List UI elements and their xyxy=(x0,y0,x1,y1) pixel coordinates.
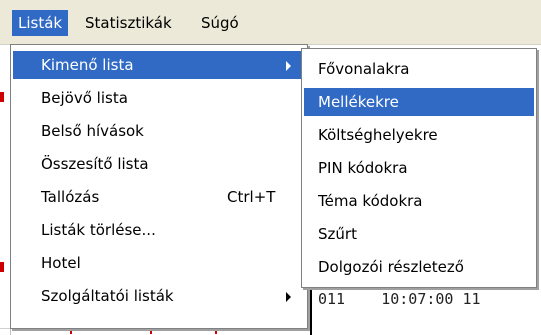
submenu-item-szurt[interactable]: Szűrt xyxy=(304,220,534,248)
submenu-item-label: Költséghelyekre xyxy=(318,126,438,144)
submenu-arrow-icon xyxy=(286,292,291,302)
background-list-row-text: 011 10:07:00 11 xyxy=(318,290,481,308)
menu-item-label: Hotel xyxy=(41,254,81,272)
menu-item-belso-hivasok[interactable]: Belső hívások xyxy=(13,117,305,145)
menu-item-label: Kimenő lista xyxy=(41,56,134,74)
submenu-arrow-icon xyxy=(286,61,291,71)
submenu-item-label: Mellékekre xyxy=(318,93,399,111)
menu-item-szolgaltatoi-listak[interactable]: Szolgáltatói listák xyxy=(13,282,305,310)
background-red-mark xyxy=(0,92,4,102)
menu-item-listak-torlese[interactable]: Listák törlése... xyxy=(13,216,305,244)
menu-item-label: Szolgáltatói listák xyxy=(41,287,174,305)
submenu-item-label: Dolgozói részletező xyxy=(318,258,464,276)
background-red-mark xyxy=(0,262,4,272)
menubar-statisztikak[interactable]: Statisztikák xyxy=(79,10,178,36)
submenu-item-dolgozoi-reszletezo[interactable]: Dolgozói részletező xyxy=(304,253,534,281)
menu-item-shortcut: Ctrl+T xyxy=(227,188,276,206)
menu-item-label: Belső hívások xyxy=(41,122,144,140)
menu-item-bejovo-lista[interactable]: Bejövő lista xyxy=(13,84,305,112)
submenu-item-label: Téma kódokra xyxy=(318,192,423,210)
submenu-item-label: PIN kódokra xyxy=(318,159,408,177)
menu-item-label: Bejövő lista xyxy=(41,89,128,107)
menu-item-label: Összesítő lista xyxy=(41,155,149,173)
submenu-item-tema-kodokra[interactable]: Téma kódokra xyxy=(304,187,534,215)
menu-item-hotel[interactable]: Hotel xyxy=(13,249,305,277)
submenu-item-label: Szűrt xyxy=(318,225,357,243)
submenu-item-fovonalakra[interactable]: Fővonalakra xyxy=(304,55,534,83)
menu-item-tallozas[interactable]: Tallózás Ctrl+T xyxy=(13,183,305,211)
submenu-item-mellekekre[interactable]: Mellékekre xyxy=(304,88,534,116)
menubar-listak[interactable]: Listák xyxy=(12,10,69,36)
submenu-item-koltseghelyekre[interactable]: Költséghelyekre xyxy=(304,121,534,149)
listak-dropdown-menu: Kimenő lista Bejövő lista Belső hívások … xyxy=(10,44,308,329)
submenu-item-label: Fővonalakra xyxy=(318,60,410,78)
menu-item-kimeno-lista[interactable]: Kimenő lista xyxy=(13,51,305,79)
menu-item-label: Listák törlése... xyxy=(41,221,156,239)
menubar-sugo[interactable]: Súgó xyxy=(195,10,245,36)
submenu-item-pin-kodokra[interactable]: PIN kódokra xyxy=(304,154,534,182)
menubar: Listák Statisztikák Súgó xyxy=(0,0,541,45)
kimeno-lista-submenu: Fővonalakra Mellékekre Költséghelyekre P… xyxy=(301,48,537,288)
menu-item-osszesito-lista[interactable]: Összesítő lista xyxy=(13,150,305,178)
menu-item-label: Tallózás xyxy=(41,188,100,206)
